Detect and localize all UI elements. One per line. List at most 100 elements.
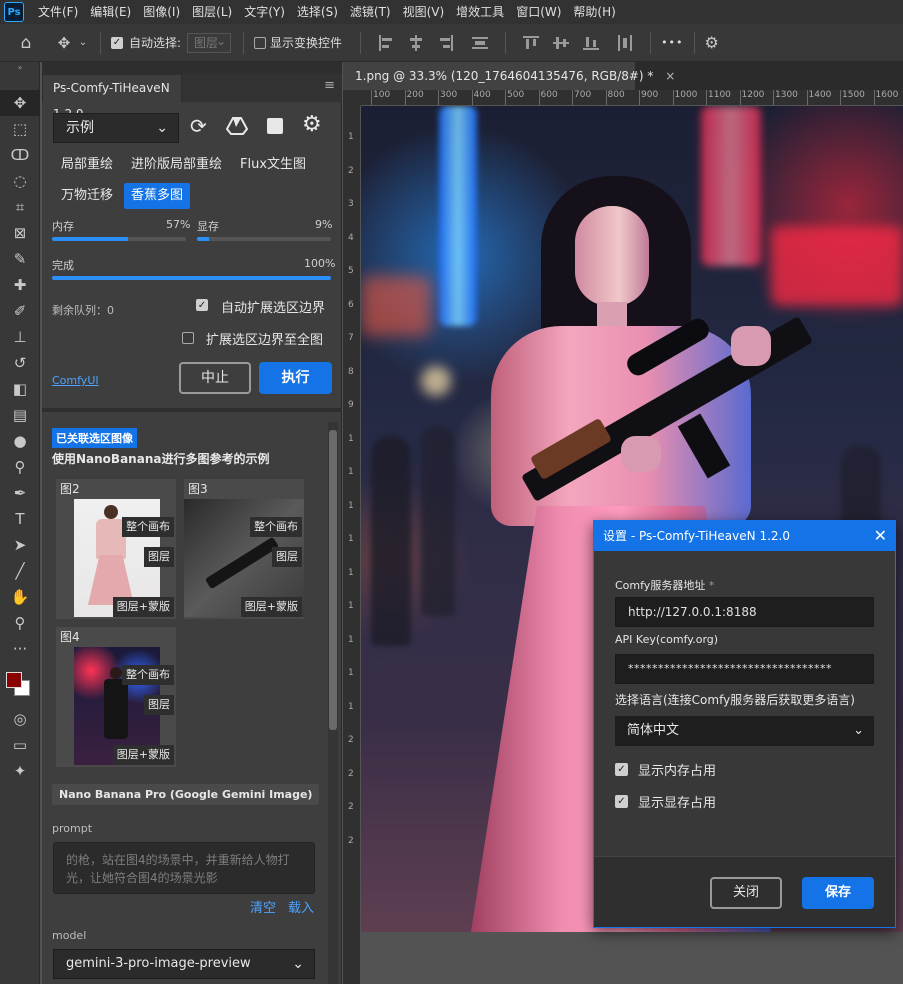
dodge-tool[interactable]: ⚲ <box>0 454 40 480</box>
expand-full-checkbox[interactable] <box>182 332 194 344</box>
menu-select[interactable]: 选择(S) <box>291 0 344 24</box>
edit-toolbar-icon[interactable]: ··· <box>0 636 40 662</box>
brush-tool[interactable]: ✐ <box>0 298 40 324</box>
load-prompt-link[interactable]: 载入 <box>288 897 314 916</box>
move-tool[interactable]: ✥ <box>0 90 40 116</box>
align-top-icon[interactable] <box>522 34 540 52</box>
clone-stamp-tool[interactable]: ⊥ <box>0 324 40 350</box>
tag-advanced-inpaint[interactable]: 进阶版局部重绘 <box>124 152 229 178</box>
auto-select-target-dropdown[interactable]: 图层 <box>187 32 232 53</box>
align-bottom-icon[interactable] <box>582 34 600 52</box>
server-address-input[interactable]: http://127.0.0.1:8188 <box>615 597 874 627</box>
align-right-icon[interactable] <box>437 34 455 52</box>
auto-select-checkbox[interactable]: ✓ <box>111 36 123 49</box>
more-options-icon[interactable]: ••• <box>661 36 683 49</box>
pen-tool[interactable]: ✒ <box>0 480 40 506</box>
move-tool-icon[interactable]: ✥ <box>52 34 76 52</box>
menu-edit[interactable]: 编辑(E) <box>84 0 137 24</box>
tag-banana-multi-image[interactable]: 香蕉多图 <box>124 183 191 209</box>
close-icon[interactable]: × <box>665 69 675 83</box>
panel-menu-icon[interactable]: ≡ <box>324 78 335 93</box>
quick-selection-tool[interactable]: ◌ <box>0 168 40 194</box>
document-tab[interactable]: 1.png @ 33.3% (120_1764604135476, RGB/8#… <box>343 62 675 90</box>
lasso-tool[interactable]: ↀ <box>0 142 40 168</box>
api-key-input[interactable]: ********************************** <box>615 654 874 684</box>
menu-plugins[interactable]: 增效工具 <box>450 0 510 24</box>
vertical-ruler[interactable]: 1 2 3 4 5 6 7 8 9 1 1 1 1 1 1 1 1 1 2 2 2 2 <box>343 106 361 984</box>
run-button[interactable]: 执行 <box>259 362 332 394</box>
model-select[interactable]: gemini-3-pro-image-preview ⌄ <box>53 949 315 979</box>
tag-local-inpaint[interactable]: 局部重绘 <box>54 152 120 178</box>
show-vram-row[interactable]: ✓ 显示显存占用 <box>615 792 716 811</box>
layer-button[interactable]: 图层 <box>144 695 174 715</box>
layer-button[interactable]: 图层 <box>272 547 302 567</box>
menu-window[interactable]: 窗口(W) <box>510 0 567 24</box>
align-horizontal-center-icon[interactable] <box>407 34 425 52</box>
prompt-textarea[interactable]: 的枪，站在图4的场景中，并重新给人物打光，让她符合图4的场景光影 <box>53 842 315 894</box>
layer-mask-button[interactable]: 图层+蒙版 <box>112 597 174 617</box>
eyedropper-tool[interactable]: ✎ <box>0 246 40 272</box>
distribute-vertical-icon[interactable] <box>471 34 489 52</box>
menu-view[interactable]: 视图(V) <box>397 0 451 24</box>
frame-tool[interactable]: ⊠ <box>0 220 40 246</box>
tag-flux-text-to-image[interactable]: Flux文生图 <box>233 152 313 178</box>
comfyui-link[interactable]: ComfyUI <box>52 374 99 387</box>
horizontal-ruler[interactable]: 100 200 300 400 500 600 700 800 900 1000 1100 1200 1… <box>361 90 903 106</box>
show-vram-checkbox[interactable]: ✓ <box>615 795 628 808</box>
quick-mask-icon[interactable]: ◎ <box>0 706 40 732</box>
marquee-tool[interactable]: ⬚ <box>0 116 40 142</box>
scrollbar-track[interactable] <box>328 422 338 984</box>
layer-mask-button[interactable]: 图层+蒙版 <box>240 597 302 617</box>
line-tool[interactable]: ╱ <box>0 558 40 584</box>
hand-tool[interactable]: ✋ <box>0 584 40 610</box>
screen-mode-icon[interactable]: ▭ <box>0 732 40 758</box>
collapse-icon[interactable]: » <box>0 62 40 72</box>
eraser-tool[interactable]: ◧ <box>0 376 40 402</box>
stop-square-icon[interactable] <box>267 118 283 134</box>
healing-brush-tool[interactable]: ✚ <box>0 272 40 298</box>
close-button[interactable]: 关闭 <box>710 877 782 909</box>
show-transform-checkbox[interactable] <box>254 36 267 49</box>
menu-file[interactable]: 文件(F) <box>32 0 84 24</box>
settings-gear-icon[interactable]: ⚙ <box>302 112 322 137</box>
menu-image[interactable]: 图像(I) <box>137 0 186 24</box>
home-icon[interactable]: ⌂ <box>0 33 52 53</box>
crop-tool[interactable]: ⌗ <box>0 194 40 220</box>
clear-prompt-link[interactable]: 清空 <box>250 897 276 916</box>
path-selection-tool[interactable]: ➤ <box>0 532 40 558</box>
refresh-icon[interactable]: ⟳ <box>190 114 207 138</box>
whole-canvas-button[interactable]: 整个画布 <box>250 517 302 537</box>
close-icon[interactable]: ✕ <box>874 521 887 551</box>
type-tool[interactable]: T <box>0 506 40 532</box>
layer-button[interactable]: 图层 <box>144 547 174 567</box>
whole-canvas-button[interactable]: 整个画布 <box>122 517 174 537</box>
zoom-tool[interactable]: ⚲ <box>0 610 40 636</box>
menu-layer[interactable]: 图层(L) <box>186 0 238 24</box>
align-left-icon[interactable] <box>377 34 395 52</box>
google-drive-icon[interactable] <box>226 117 248 135</box>
layer-mask-button[interactable]: 图层+蒙版 <box>112 745 174 765</box>
scrollbar-thumb[interactable] <box>329 430 337 730</box>
foreground-color-swatch-front[interactable] <box>6 672 22 688</box>
menu-help[interactable]: 帮助(H) <box>567 0 621 24</box>
tag-object-transfer[interactable]: 万物迁移 <box>54 183 120 209</box>
panel-tab[interactable]: Ps-Comfy-TiHeaveN 1.2.0 <box>42 74 182 121</box>
preset-select[interactable]: 示例 ⌄ <box>53 113 179 143</box>
blur-tool[interactable]: ● <box>0 428 40 454</box>
history-brush-tool[interactable]: ↺ <box>0 350 40 376</box>
show-memory-checkbox[interactable]: ✓ <box>615 763 628 776</box>
chevron-down-icon[interactable]: ⌄ <box>76 37 90 48</box>
align-vertical-center-icon[interactable] <box>552 34 570 52</box>
stop-button[interactable]: 中止 <box>179 362 251 394</box>
gradient-tool[interactable]: ▤ <box>0 402 40 428</box>
show-memory-row[interactable]: ✓ 显示内存占用 <box>615 760 716 779</box>
whole-canvas-button[interactable]: 整个画布 <box>122 665 174 685</box>
language-select[interactable]: 简体中文 ⌄ <box>615 716 874 746</box>
distribute-horizontal-icon[interactable] <box>616 34 634 52</box>
save-button[interactable]: 保存 <box>802 877 874 909</box>
generative-icon[interactable]: ✦ <box>0 758 40 784</box>
auto-expand-checkbox[interactable]: ✓ <box>196 299 208 311</box>
menu-filter[interactable]: 滤镜(T) <box>344 0 397 24</box>
menu-type[interactable]: 文字(Y) <box>238 0 291 24</box>
gear-icon[interactable]: ⚙ <box>705 33 719 52</box>
